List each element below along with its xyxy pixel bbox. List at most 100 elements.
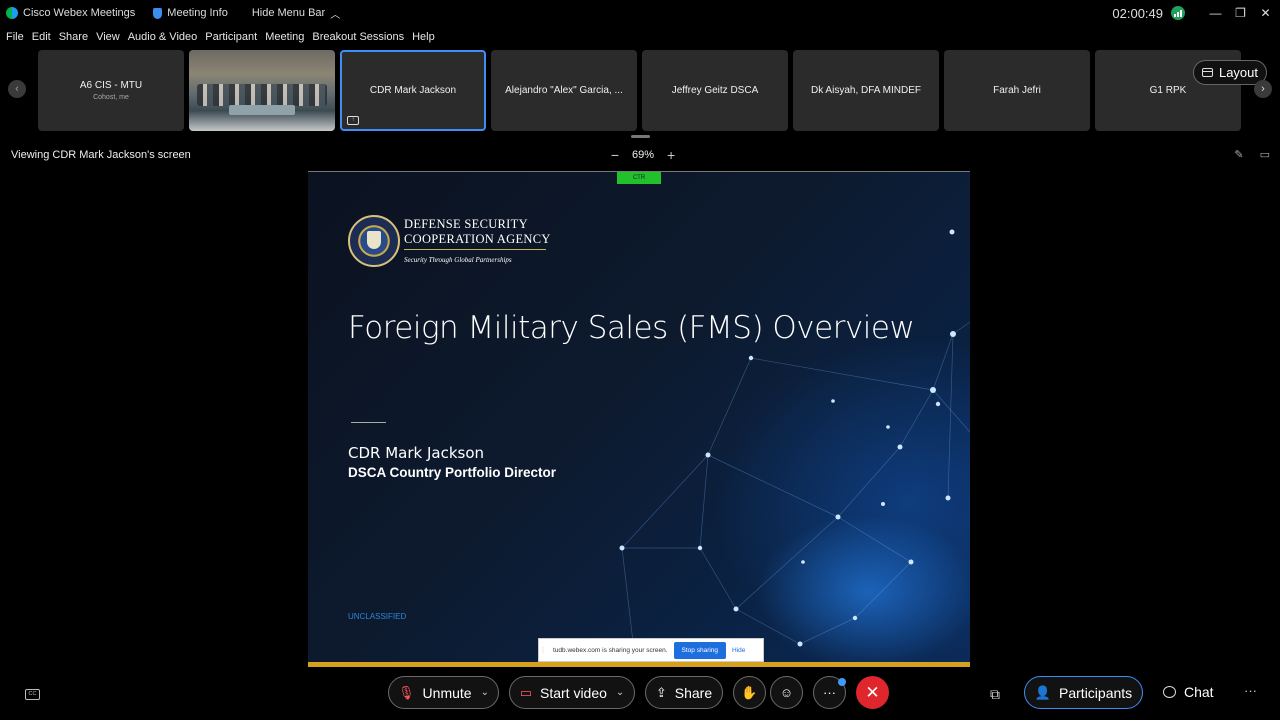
share-screen-icon: ⇪ xyxy=(655,684,667,700)
more-panels-icon[interactable]: ··· xyxy=(1244,683,1257,698)
sharing-icon: ↑ xyxy=(347,116,359,125)
participant-tile[interactable]: A6 CIS - MTU Cohost, me xyxy=(38,50,184,131)
agency-divider xyxy=(404,249,546,250)
menu-bar: File Edit Share View Audio & Video Parti… xyxy=(0,28,436,46)
chevron-down-icon[interactable]: ⌄ xyxy=(616,687,624,698)
participant-name: G1 RPK xyxy=(1149,85,1187,96)
menu-share[interactable]: Share xyxy=(59,31,88,43)
presenter-role: DSCA Country Portfolio Director xyxy=(348,465,557,480)
hand-icon: ✋ xyxy=(741,684,758,700)
sharing-notice-text: tudb.webex.com is sharing your screen. xyxy=(553,646,668,654)
participant-name: Alejandro "Alex" Garcia, ... xyxy=(505,85,623,96)
menu-participant[interactable]: Participant xyxy=(205,31,257,43)
drag-grip-icon[interactable]: ⋮ xyxy=(539,646,547,654)
participant-name: Farah Jefri xyxy=(993,85,1041,96)
leave-meeting-button[interactable]: ✕ xyxy=(856,676,889,709)
hide-menu-bar-label: Hide Menu Bar xyxy=(251,7,326,19)
participant-role: Cohost, me xyxy=(93,94,129,101)
agency-line-2: COOPERATION AGENCY xyxy=(404,232,551,246)
menu-breakout-sessions[interactable]: Breakout Sessions xyxy=(312,31,404,43)
stop-sharing-button[interactable]: Stop sharing xyxy=(673,641,727,659)
participant-video-tile[interactable] xyxy=(189,50,335,131)
menu-audio-video[interactable]: Audio & Video xyxy=(128,31,198,43)
notification-dot xyxy=(838,678,846,686)
chat-bubble-icon xyxy=(1163,686,1176,698)
apps-icon[interactable]: ⧉ xyxy=(990,686,1000,703)
zoom-level: 69% xyxy=(632,149,655,161)
menu-meeting[interactable]: Meeting xyxy=(265,31,304,43)
meeting-info-label: Meeting Info xyxy=(167,7,228,19)
meeting-info-button[interactable]: Meeting Info xyxy=(153,7,228,19)
annotate-icon[interactable]: ✎ xyxy=(1234,148,1243,161)
agency-line-1: DEFENSE SECURITY xyxy=(404,217,528,231)
person-icon: 👤 xyxy=(1034,684,1052,700)
slide-gold-bar xyxy=(308,662,970,667)
shield-icon xyxy=(153,7,163,19)
presenter-name: CDR Mark Jackson xyxy=(348,444,485,462)
participants-button[interactable]: 👤 Participants xyxy=(1024,676,1143,709)
view-tools: ✎ ▭ xyxy=(1234,148,1270,161)
zoom-in-button[interactable]: + xyxy=(664,147,678,163)
presenter-block: CDR Mark Jackson DSCA Country Portfolio … xyxy=(348,444,556,480)
start-video-button[interactable]: ▭ Start video ⌄ xyxy=(509,676,635,709)
reactions-button[interactable]: ☺ xyxy=(770,676,803,709)
menu-help[interactable]: Help xyxy=(412,31,435,43)
strip-next-button[interactable]: › xyxy=(1254,80,1272,98)
app-title: Cisco Webex Meetings xyxy=(6,7,135,19)
participant-name: Jeffrey Geitz DSCA xyxy=(671,85,759,96)
chevron-down-icon[interactable]: ⌄ xyxy=(481,687,489,698)
dsca-seal-logo xyxy=(348,215,400,267)
participant-name: CDR Mark Jackson xyxy=(369,85,457,96)
shared-screen: CTR DEFENSE SECURITY COOPERATION AGENCY … xyxy=(308,171,970,667)
raise-hand-button[interactable]: ✋ xyxy=(733,676,766,709)
layout-label: Layout xyxy=(1218,65,1259,80)
close-button[interactable]: ✕ xyxy=(1253,6,1278,20)
unmute-button[interactable]: 🎙 Unmute ⌄ xyxy=(388,676,499,709)
network-stats-icon[interactable] xyxy=(1171,6,1185,20)
menu-edit[interactable]: Edit xyxy=(32,31,51,43)
participant-tile-presenter[interactable]: CDR Mark Jackson ↑ xyxy=(340,50,486,131)
participant-name: A6 CIS - MTU xyxy=(79,80,143,91)
menu-file[interactable]: File xyxy=(6,31,24,43)
participant-tile[interactable]: Farah Jefri xyxy=(944,50,1090,131)
unmute-label: Unmute xyxy=(422,684,472,701)
closed-captions-icon[interactable]: CC xyxy=(25,689,40,700)
strip-prev-button[interactable]: ‹ xyxy=(8,80,26,98)
slide-title: Foreign Military Sales (FMS) Overview xyxy=(348,310,915,346)
meeting-timer: 02:00:49 xyxy=(1112,5,1163,21)
participant-tile[interactable]: Jeffrey Geitz DSCA xyxy=(642,50,788,131)
remote-control-icon[interactable]: ▭ xyxy=(1260,148,1270,161)
hide-notice-button[interactable]: Hide xyxy=(732,647,745,654)
hide-menu-bar-button[interactable]: Hide Menu Bar ︿ xyxy=(252,6,340,21)
webex-logo-icon xyxy=(6,7,18,19)
zoom-control: − 69% + xyxy=(608,147,678,163)
strip-resize-handle[interactable] xyxy=(631,135,650,138)
video-feed xyxy=(197,84,327,106)
app-name: Cisco Webex Meetings xyxy=(23,7,136,19)
agency-tagline: Security Through Global Partnerships xyxy=(404,256,512,264)
sharing-notice-bar: ⋮ tudb.webex.com is sharing your screen.… xyxy=(538,638,764,662)
chat-label: Chat xyxy=(1184,684,1214,700)
participant-name: Dk Aisyah, DFA MINDEF xyxy=(810,85,922,96)
layout-icon xyxy=(1201,68,1213,77)
classification-label: UNCLASSIFIED xyxy=(348,612,407,621)
muted-mic-icon: 🎙 xyxy=(398,684,415,700)
menu-view[interactable]: View xyxy=(96,31,120,43)
participant-tile[interactable]: Alejandro "Alex" Garcia, ... xyxy=(491,50,637,131)
participant-tile[interactable]: Dk Aisyah, DFA MINDEF xyxy=(793,50,939,131)
agency-name: DEFENSE SECURITY COOPERATION AGENCY Secu… xyxy=(404,217,551,268)
end-call-icon: ✕ xyxy=(865,682,880,702)
emoji-icon: ☺ xyxy=(779,685,794,700)
start-video-label: Start video xyxy=(539,684,607,701)
chat-button[interactable]: Chat xyxy=(1163,684,1214,700)
ctr-tag: CTR xyxy=(617,172,661,184)
share-button[interactable]: ⇪ Share xyxy=(645,676,723,709)
share-label: Share xyxy=(674,684,713,701)
zoom-out-button[interactable]: − xyxy=(608,147,622,163)
minimize-button[interactable]: — xyxy=(1203,6,1228,20)
viewing-status: Viewing CDR Mark Jackson's screen xyxy=(11,149,191,161)
slide-divider xyxy=(351,422,386,423)
layout-button[interactable]: Layout xyxy=(1193,60,1267,85)
restore-button[interactable]: ❐ xyxy=(1228,6,1253,20)
video-off-icon: ▭ xyxy=(519,684,532,700)
